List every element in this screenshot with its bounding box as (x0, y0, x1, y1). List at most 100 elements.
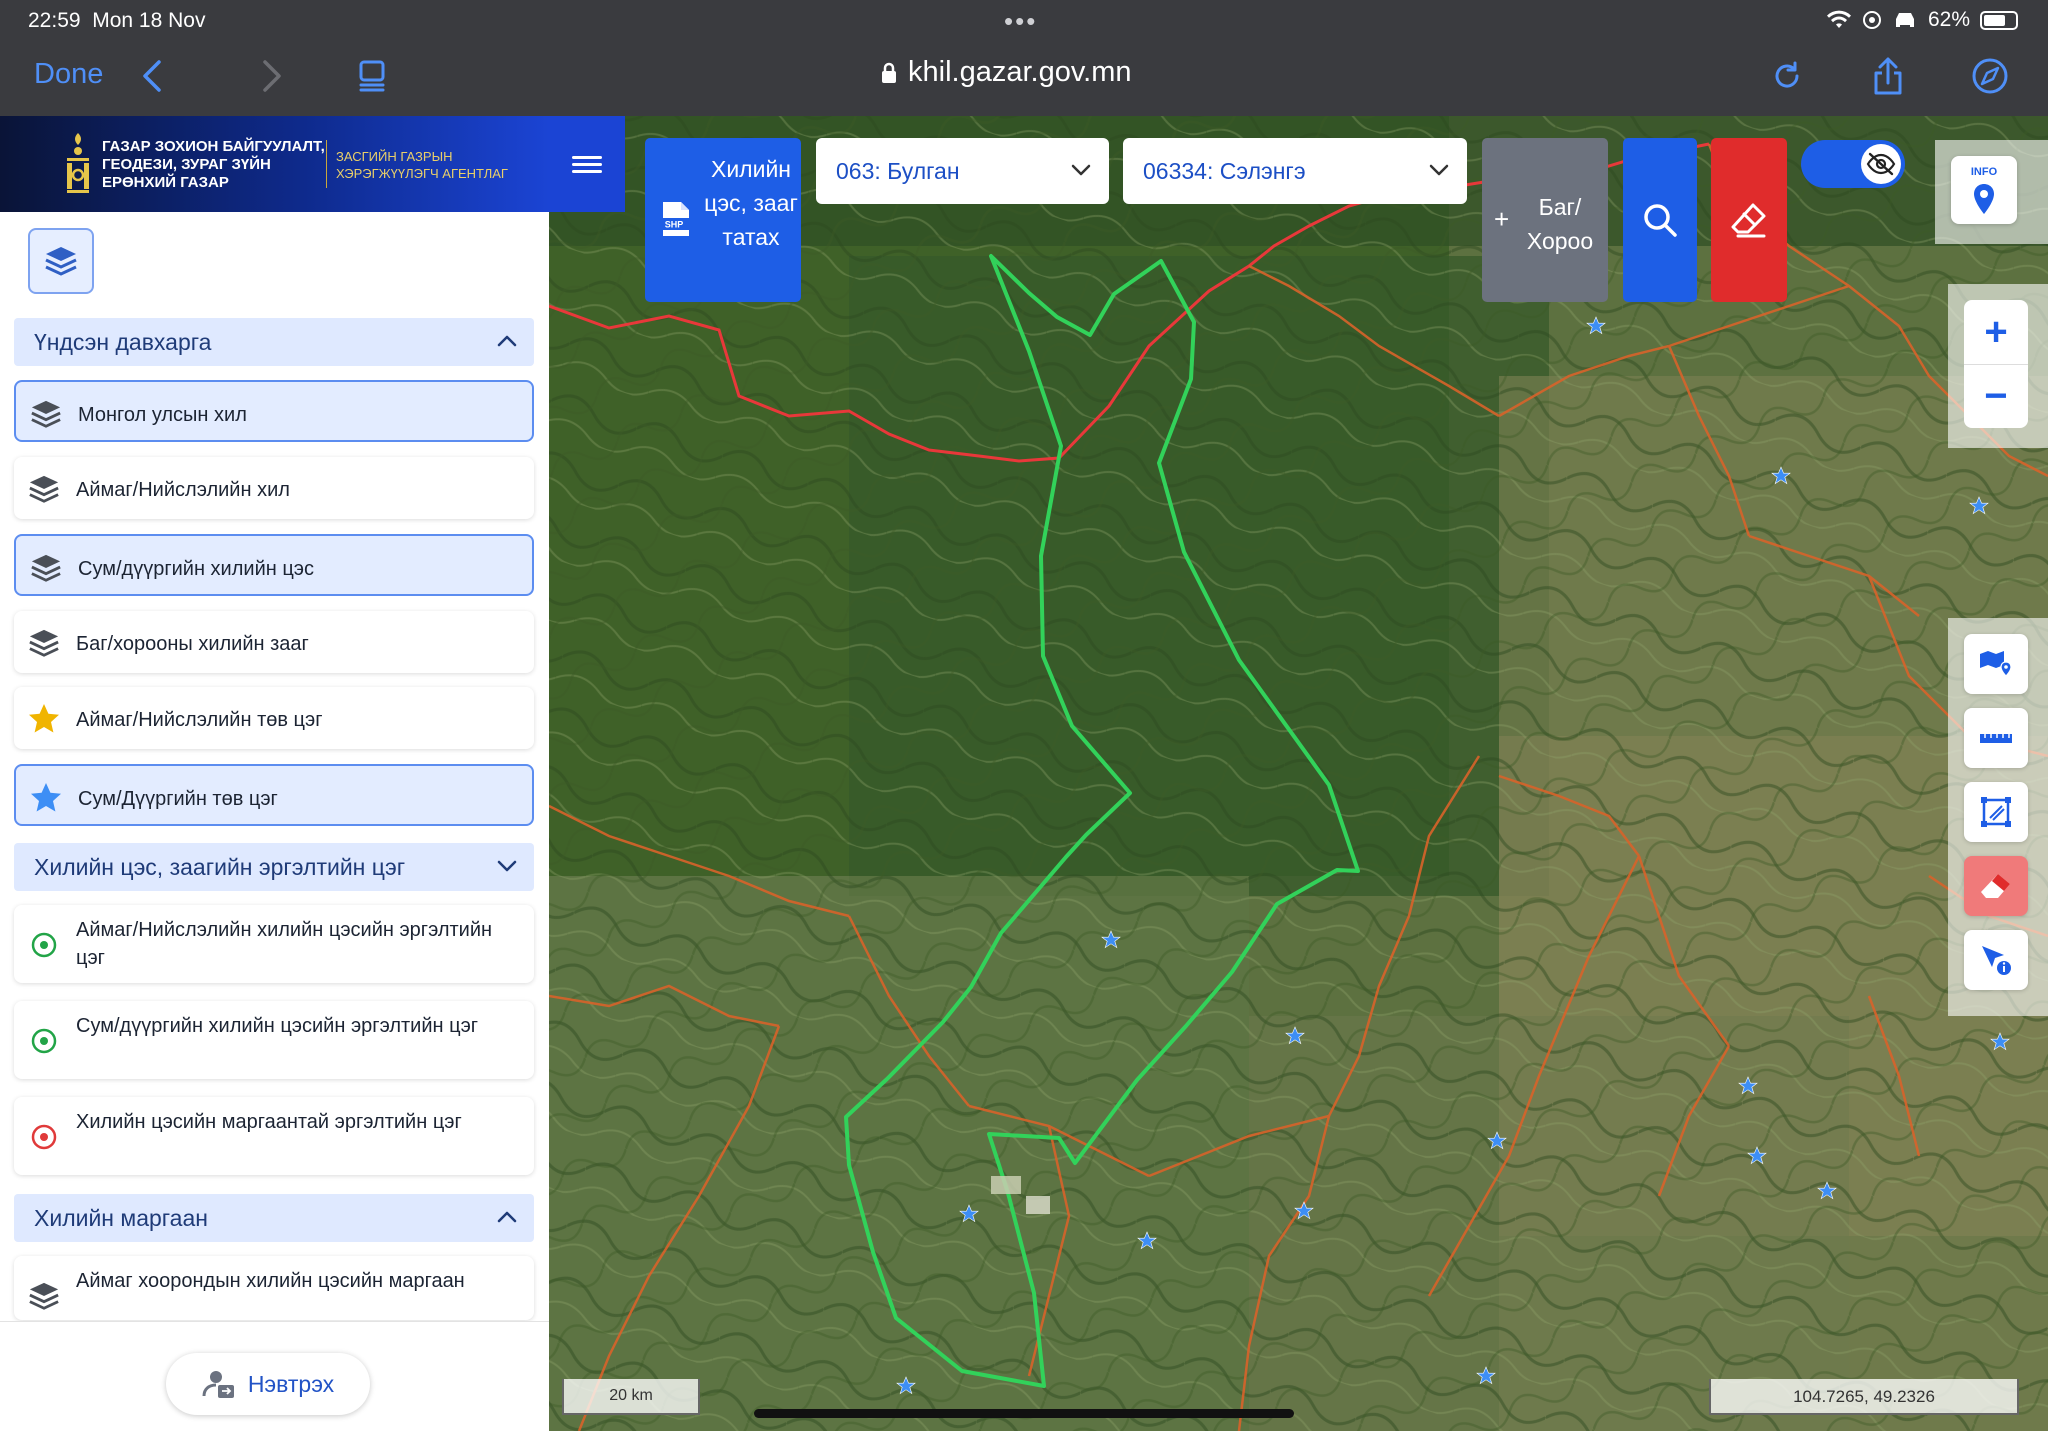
center-star[interactable] (1294, 1201, 1314, 1219)
dispute-inter-aimag[interactable]: Аймаг хоорондын хилийн цэсийн маргаан (14, 1256, 534, 1320)
layer-item-sum-center[interactable]: Сум/Дүүргийн төв цэг (14, 764, 534, 826)
center-star[interactable] (959, 1204, 979, 1222)
chevron-left-icon (143, 60, 161, 92)
center-star[interactable] (1969, 496, 1989, 514)
eye-off-icon (1861, 144, 1901, 184)
share-icon (1874, 57, 1902, 95)
done-button[interactable]: Done (34, 58, 103, 91)
map-layers-tool[interactable] (1964, 634, 2028, 694)
address-bar[interactable]: khil.gazar.gov.mn (880, 56, 1132, 89)
url-text: khil.gazar.gov.mn (908, 56, 1132, 88)
visibility-toggle[interactable] (1801, 140, 1905, 188)
map-canvas[interactable] (549, 116, 2048, 1431)
section-base-layers[interactable]: Үндсэн давхарга (14, 318, 534, 366)
target-icon (26, 1119, 62, 1155)
info-button[interactable]: INFO (1951, 156, 2017, 224)
layers-icon (26, 471, 62, 507)
tab-overview-button[interactable] (350, 54, 394, 98)
clear-map-button[interactable] (1711, 138, 1787, 302)
share-button[interactable] (1866, 54, 1910, 98)
zoom-controls: + − (1948, 284, 2048, 448)
erase-measurement-tool[interactable] (1964, 856, 2028, 916)
shp-icon-text: SHP (665, 220, 684, 230)
map-search-button[interactable] (1623, 138, 1697, 302)
shp-button-label: Хилийн цэс, зааг татах (704, 156, 798, 250)
target-icon (26, 1023, 62, 1059)
sum-center-stars (896, 316, 2010, 1394)
aimag-select[interactable]: 063: Булган (816, 138, 1109, 204)
shp-file-icon: SHP (659, 202, 689, 236)
map-tools (1948, 618, 2048, 1016)
zoom-out-button[interactable]: − (1964, 364, 2028, 428)
login-button[interactable]: Нэвтрэх (166, 1353, 370, 1415)
measure-area-tool[interactable] (1964, 782, 2028, 842)
measure-distance-tool[interactable] (1964, 708, 2028, 768)
layers-icon (45, 247, 77, 276)
home-indicator[interactable] (754, 1409, 1294, 1418)
sidebar-footer: Нэвтрэх (0, 1321, 549, 1431)
organization-name: ГАЗАР ЗОХИОН БАЙГУУЛАЛТ, ГЕОДЕЗИ, ЗУРАГ … (102, 138, 325, 191)
battery-icon (1980, 10, 2018, 30)
reload-button[interactable] (1765, 54, 1809, 98)
center-star[interactable] (896, 1376, 916, 1394)
center-star[interactable] (1771, 466, 1791, 484)
layer-item-mongolia-border[interactable]: Монгол улсын хил (14, 380, 534, 442)
center-star[interactable] (1747, 1146, 1767, 1164)
forward-button[interactable] (250, 54, 294, 98)
feature-info-tool[interactable] (1964, 930, 2028, 990)
cursor-coordinates: 104.7265, 49.2326 (1709, 1379, 2019, 1415)
layer-item-bag-border[interactable]: Баг/хорооны хилийн зааг (14, 611, 534, 673)
map-pin-icon (1980, 651, 2012, 677)
aimag-select-value: 063: Булган (836, 158, 960, 184)
chevron-right-icon (263, 60, 281, 92)
cursor-info-icon (1982, 946, 2011, 975)
lock-icon (882, 62, 896, 83)
car-icon (1895, 13, 1914, 27)
chevron-down-icon (497, 860, 517, 872)
center-star[interactable] (1285, 1026, 1305, 1044)
center-star[interactable] (1817, 1181, 1837, 1199)
center-star[interactable] (1990, 1032, 2010, 1050)
hamburger-menu-button[interactable] (549, 116, 625, 212)
status-bar: 22:59 Mon 18 Nov ••• 62% (0, 0, 2048, 40)
status-right: 62% (1826, 8, 2018, 32)
section-disputes[interactable]: Хилийн маргаан (14, 1194, 534, 1242)
eraser-icon (1981, 874, 2010, 898)
layer-item-aimag-border[interactable]: Аймаг/Нийслэлийн хил (14, 457, 534, 519)
center-star[interactable] (1586, 316, 1606, 334)
location-status-icon (1862, 11, 1881, 29)
layers-icon (28, 550, 64, 586)
star-icon (26, 701, 62, 737)
compass-icon (1972, 58, 2008, 94)
center-star[interactable] (1487, 1131, 1507, 1149)
turn-point-aimag[interactable]: Аймаг/Нийслэлийн хилийн цэсийн эргэлтийн… (14, 905, 534, 983)
layers-toggle-button[interactable] (28, 228, 94, 294)
add-bag-horoo-button[interactable]: + Баг/ Хороо (1482, 138, 1608, 302)
center-star[interactable] (1137, 1231, 1157, 1249)
hamburger-icon (572, 152, 602, 177)
soyombo-emblem (67, 133, 89, 193)
center-star[interactable] (1101, 930, 1121, 948)
compass-button[interactable] (1968, 54, 2012, 98)
info-panel-button[interactable]: INFO (1935, 140, 2048, 244)
turn-point-disputed[interactable]: Хилийн цэсийн маргаантай эргэлтийн цэг (14, 1097, 534, 1175)
agency-header: ГАЗАР ЗОХИОН БАЙГУУЛАЛТ, ГЕОДЕЗИ, ЗУРАГ … (0, 116, 549, 212)
sum-select-value: 06334: Сэлэнгэ (1143, 158, 1306, 184)
layer-item-aimag-center[interactable]: Аймаг/Нийслэлийн төв цэг (14, 687, 534, 749)
agency-subtitle: ЗАСГИЙН ГАЗРЫН ХЭРЭГЖҮҮЛЭГЧ АГЕНТЛАГ (336, 149, 508, 181)
user-login-icon (202, 1371, 234, 1398)
chevron-down-icon (1429, 164, 1449, 176)
bag-button-label: Баг/ Хороо (1526, 194, 1594, 254)
sum-select[interactable]: 06334: Сэлэнгэ (1123, 138, 1467, 204)
turn-point-sum[interactable]: Сум/дүүргийн хилийн цэсийн эргэлтийн цэг (14, 1001, 534, 1079)
back-button[interactable] (130, 54, 174, 98)
multitask-dots[interactable]: ••• (1004, 6, 1037, 37)
center-star[interactable] (1476, 1366, 1496, 1384)
draw-boundary-shp-button[interactable]: SHP Хилийн цэс, зааг татах (645, 138, 801, 302)
section-turn-points[interactable]: Хилийн цэс, заагийн эргэлтийн цэг (14, 843, 534, 891)
target-icon (26, 927, 62, 963)
center-star[interactable] (1738, 1076, 1758, 1094)
chevron-up-icon (497, 335, 517, 347)
layer-item-sum-border[interactable]: Сум/дүүргийн хилийн цэс (14, 534, 534, 596)
zoom-in-button[interactable]: + (1964, 300, 2028, 364)
